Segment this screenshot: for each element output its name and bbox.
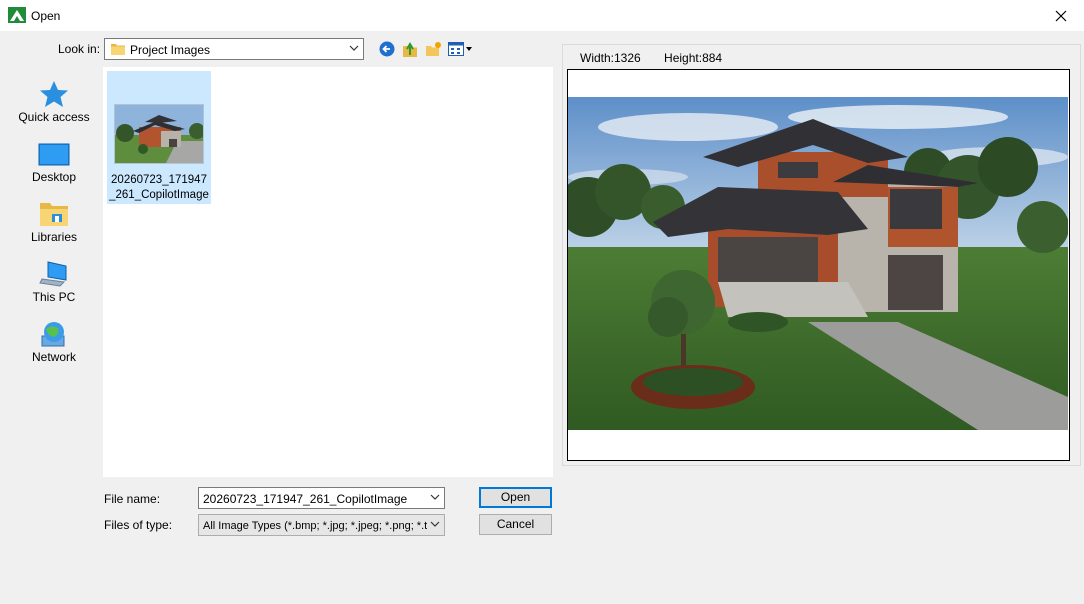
look-in-value: Project Images (130, 43, 211, 57)
network-icon (41, 322, 65, 347)
file-name-value: 20260723_171947_261_CopilotImage (203, 492, 408, 506)
app-logo-icon (8, 7, 26, 23)
look-in-dropdown[interactable]: Project Images (104, 38, 364, 60)
cancel-button[interactable]: Cancel (479, 514, 552, 535)
chevron-down-icon (430, 494, 440, 500)
place-label: Libraries (30, 230, 78, 244)
file-type-dropdown[interactable]: All Image Types (*.bmp; *.jpg; *.jpeg; *… (198, 514, 445, 536)
view-grid-icon (448, 42, 472, 56)
place-label: Quick access (18, 110, 90, 124)
file-thumbnail (114, 104, 204, 164)
new-folder-icon (425, 42, 441, 56)
file-type-value: All Image Types (*.bmp; *.jpg; *.jpeg; *… (203, 520, 427, 532)
libraries-icon (40, 203, 68, 226)
file-item[interactable]: 20260723_171947_261_CopilotImage (107, 71, 211, 204)
place-this-pc[interactable]: This PC (8, 252, 100, 310)
view-menu-button[interactable] (447, 40, 475, 58)
computer-icon (39, 261, 67, 287)
up-folder-button[interactable] (401, 40, 419, 58)
house-preview-image (568, 97, 1068, 430)
places-bar: Quick access Desktop Libraries This PC N… (8, 66, 100, 386)
width-readout: Width:1326 (580, 51, 641, 65)
house-thumbnail-image (115, 105, 203, 163)
file-type-label: Files of type: (104, 518, 173, 532)
image-dimensions: Width:1326 Height:884 (580, 51, 742, 65)
file-name-input[interactable]: 20260723_171947_261_CopilotImage (198, 487, 445, 509)
new-folder-button[interactable] (424, 40, 442, 58)
preview-image (568, 97, 1068, 430)
file-list[interactable]: 20260723_171947_261_CopilotImage (103, 67, 553, 477)
title-bar: Open (0, 0, 1084, 31)
desktop-icon (38, 143, 70, 166)
chevron-down-icon (349, 45, 359, 51)
place-network[interactable]: Network (8, 312, 100, 370)
height-readout: Height:884 (664, 51, 723, 65)
close-icon (1055, 10, 1067, 21)
look-in-label: Look in: (58, 42, 101, 56)
file-name-label: File name: (104, 492, 161, 506)
chevron-down-icon (430, 521, 440, 527)
place-libraries[interactable]: Libraries (8, 192, 100, 250)
place-label: Desktop (31, 170, 77, 184)
close-button[interactable] (1038, 0, 1084, 31)
file-name: 20260723_171947_261_CopilotImage (109, 174, 209, 201)
back-arrow-icon (379, 41, 395, 57)
star-icon (40, 81, 68, 107)
place-quick-access[interactable]: Quick access (8, 72, 100, 130)
back-button[interactable] (378, 40, 396, 58)
place-desktop[interactable]: Desktop (8, 132, 100, 190)
place-label: This PC (32, 290, 76, 304)
window-title: Open (31, 9, 61, 23)
place-label: Network (31, 350, 76, 364)
up-folder-icon (402, 41, 417, 57)
folder-icon (111, 44, 125, 55)
open-button[interactable]: Open (479, 487, 552, 508)
